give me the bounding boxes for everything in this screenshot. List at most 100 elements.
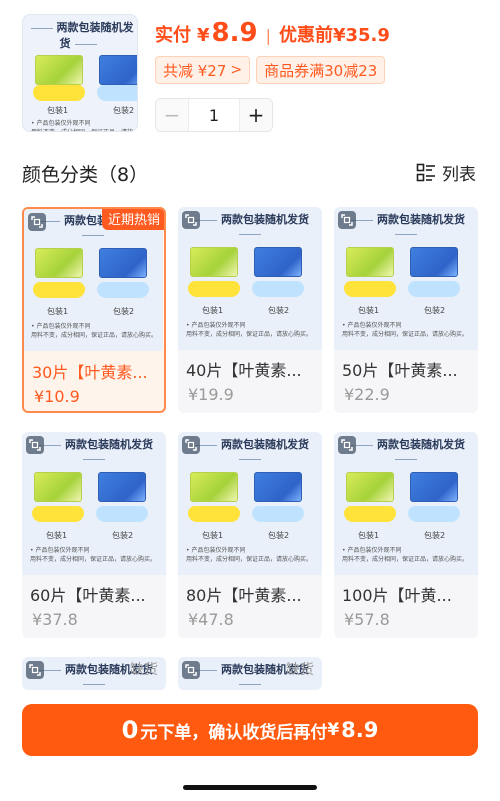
package-note: • 产品包装仅外观不同 用料不变，成分相同，保证正品，请放心购买。 bbox=[186, 546, 312, 564]
color-category-title: 颜色分类（8） bbox=[22, 164, 149, 186]
green-package-image bbox=[35, 248, 83, 278]
blue-eyemask-image bbox=[408, 506, 460, 522]
note-line-1: • 产品包装仅外观不同 bbox=[30, 547, 90, 554]
blue-package-image bbox=[99, 55, 137, 85]
pack1-label: 包装1 bbox=[47, 106, 69, 115]
pack2-label: 包装2 bbox=[424, 306, 446, 315]
zoom-icon[interactable] bbox=[28, 213, 46, 231]
order-currency: ¥ bbox=[327, 720, 340, 740]
pack2-label: 包装2 bbox=[113, 307, 135, 316]
list-view-icon bbox=[416, 163, 435, 181]
zoom-icon[interactable] bbox=[338, 436, 356, 454]
sku-card[interactable]: 两款包装随机发货 包装1 包装2 • 产品包装仅外观不同 用料不变，成分相同，保… bbox=[178, 657, 322, 690]
price-separator: | bbox=[265, 26, 271, 45]
green-package-image bbox=[346, 472, 394, 502]
sku-image: 两款包装随机发货 包装1 包装2 • 产品包装仅外观不同 用料不变，成分相同，保… bbox=[334, 432, 478, 575]
note-line-2: 用料不变，成分相同，保证正品，请放心购买。 bbox=[342, 331, 469, 338]
yellow-eyemask-image bbox=[344, 506, 396, 522]
pack2-label: 包装2 bbox=[424, 531, 446, 540]
chevron-right-icon: > bbox=[230, 62, 243, 78]
blue-eyemask-image bbox=[408, 281, 460, 297]
green-package-image bbox=[190, 247, 238, 277]
out-of-stock-badge: 缺货 bbox=[286, 662, 314, 678]
home-indicator bbox=[183, 785, 317, 790]
package-note: • 产品包装仅外观不同 用料不变，成分相同，保证正品，请放心购买。 bbox=[30, 546, 156, 564]
note-line-1: • 产品包装仅外观不同 bbox=[31, 120, 91, 127]
note-line-2: 用料不变，成分相同，保证正品，请放心购买。 bbox=[31, 332, 158, 339]
quantity-value[interactable]: 1 bbox=[188, 99, 240, 131]
green-package-image bbox=[346, 247, 394, 277]
pack1-label: 包装1 bbox=[202, 531, 224, 540]
blue-eyemask-image bbox=[252, 281, 304, 297]
sku-card[interactable]: 两款包装随机发货 包装1 包装2 • 产品包装仅外观不同 用料不变，成分相同，保… bbox=[22, 657, 166, 690]
sku-image: 两款包装随机发货 包装1 包装2 • 产品包装仅外观不同 用料不变，成分相同，保… bbox=[178, 432, 322, 575]
blue-package-image bbox=[410, 247, 458, 277]
blue-package-image bbox=[98, 472, 146, 502]
sku-price: ¥22.9 bbox=[344, 385, 390, 404]
pack2-label: 包装2 bbox=[268, 306, 290, 315]
sku-image: 两款包装随机发货 包装1 包装2 • 产品包装仅外观不同 用料不变，成分相同，保… bbox=[178, 207, 322, 350]
note-line-1: • 产品包装仅外观不同 bbox=[186, 547, 246, 554]
zoom-icon[interactable] bbox=[338, 211, 356, 229]
discount-chip[interactable]: 共减 ¥27 > bbox=[155, 56, 251, 84]
package-note: • 产品包装仅外观不同 用料不变，成分相同，保证正品，请放心购买。 bbox=[342, 321, 468, 339]
list-view-toggle[interactable]: 列表 bbox=[416, 160, 476, 185]
blue-package-image bbox=[254, 472, 302, 502]
zoom-icon[interactable] bbox=[182, 661, 200, 679]
yellow-eyemask-image bbox=[33, 282, 85, 298]
decrement-button[interactable]: − bbox=[156, 99, 188, 131]
package-note: • 产品包装仅外观不同 用料不变，成分相同，保证正品，请放心购买。 bbox=[342, 546, 468, 564]
green-package-image bbox=[34, 472, 82, 502]
blue-eyemask-image bbox=[252, 506, 304, 522]
coupon-text: 商品券满30减23 bbox=[264, 61, 378, 80]
original-price: ¥35.9 bbox=[332, 25, 390, 46]
out-of-stock-badge: 缺货 bbox=[130, 662, 158, 678]
blue-package-image bbox=[99, 248, 147, 278]
quantity-stepper: − 1 + bbox=[155, 98, 273, 132]
sku-card[interactable]: 两款包装随机发货 包装1 包装2 • 产品包装仅外观不同 用料不变，成分相同，保… bbox=[334, 207, 478, 413]
package-note: • 产品包装仅外观不同 用料不变，成分相同，保证正品，请放心购买。 bbox=[31, 119, 137, 131]
coupon-chip[interactable]: 商品券满30减23 bbox=[256, 56, 386, 84]
sku-price: ¥10.9 bbox=[34, 387, 80, 406]
sku-name: 50片【叶黄素... bbox=[342, 361, 458, 380]
green-package-image bbox=[190, 472, 238, 502]
note-line-1: • 产品包装仅外观不同 bbox=[342, 547, 402, 554]
sku-image: 两款包装随机发货 包装1 包装2 • 产品包装仅外观不同 用料不变，成分相同，保… bbox=[22, 432, 166, 575]
blue-package-image bbox=[254, 247, 302, 277]
thumb-banner: 两款包装随机发货 bbox=[23, 19, 137, 51]
sku-card[interactable]: 两款包装随机发货 包装1 包装2 • 产品包装仅外观不同 用料不变，成分相同，保… bbox=[22, 207, 166, 413]
note-line-2: 用料不变，成分相同，保证正品，请放心购买。 bbox=[342, 556, 469, 563]
pack1-label: 包装1 bbox=[202, 306, 224, 315]
order-amount: 8.9 bbox=[341, 718, 379, 742]
sku-card[interactable]: 两款包装随机发货 包装1 包装2 • 产品包装仅外观不同 用料不变，成分相同，保… bbox=[178, 432, 322, 638]
zoom-icon[interactable] bbox=[182, 211, 200, 229]
blue-eyemask-image bbox=[97, 85, 137, 101]
increment-button[interactable]: + bbox=[240, 99, 272, 131]
sku-price: ¥37.8 bbox=[32, 610, 78, 629]
pack2-label: 包装2 bbox=[112, 531, 134, 540]
zoom-icon[interactable] bbox=[26, 436, 44, 454]
pack2-label: 包装2 bbox=[113, 106, 135, 115]
note-line-2: 用料不变，成分相同，保证正品，请放心购买。 bbox=[30, 556, 157, 563]
green-package-image bbox=[35, 55, 83, 85]
blue-eyemask-image bbox=[96, 506, 148, 522]
pack2-label: 包装2 bbox=[268, 531, 290, 540]
place-order-button[interactable]: 0 元下单，确认收货后再付 ¥ 8.9 bbox=[22, 704, 478, 756]
zoom-icon[interactable] bbox=[26, 661, 44, 679]
yellow-eyemask-image bbox=[33, 85, 85, 101]
yellow-eyemask-image bbox=[32, 506, 84, 522]
currency-symbol: ¥ bbox=[197, 25, 210, 46]
sku-card[interactable]: 两款包装随机发货 包装1 包装2 • 产品包装仅外观不同 用料不变，成分相同，保… bbox=[334, 432, 478, 638]
yellow-eyemask-image bbox=[344, 281, 396, 297]
package-note: • 产品包装仅外观不同 用料不变，成分相同，保证正品，请放心购买。 bbox=[186, 321, 312, 339]
pack1-label: 包装1 bbox=[46, 531, 68, 540]
sku-card[interactable]: 两款包装随机发货 包装1 包装2 • 产品包装仅外观不同 用料不变，成分相同，保… bbox=[22, 432, 166, 638]
zoom-icon[interactable] bbox=[182, 436, 200, 454]
package-note: • 产品包装仅外观不同 用料不变，成分相同，保证正品，请放心购买。 bbox=[31, 322, 157, 340]
sku-name: 80片【叶黄素... bbox=[186, 586, 302, 605]
sku-image: 两款包装随机发货 包装1 包装2 • 产品包装仅外观不同 用料不变，成分相同，保… bbox=[334, 207, 478, 350]
sku-card[interactable]: 两款包装随机发货 包装1 包装2 • 产品包装仅外观不同 用料不变，成分相同，保… bbox=[178, 207, 322, 413]
pay-label: 实付 bbox=[155, 25, 191, 46]
header-product-thumbnail[interactable]: 两款包装随机发货 包装1 包装2 • 产品包装仅外观不同 用料不变，成分相同，保… bbox=[22, 14, 138, 132]
sku-price: ¥19.9 bbox=[188, 385, 234, 404]
